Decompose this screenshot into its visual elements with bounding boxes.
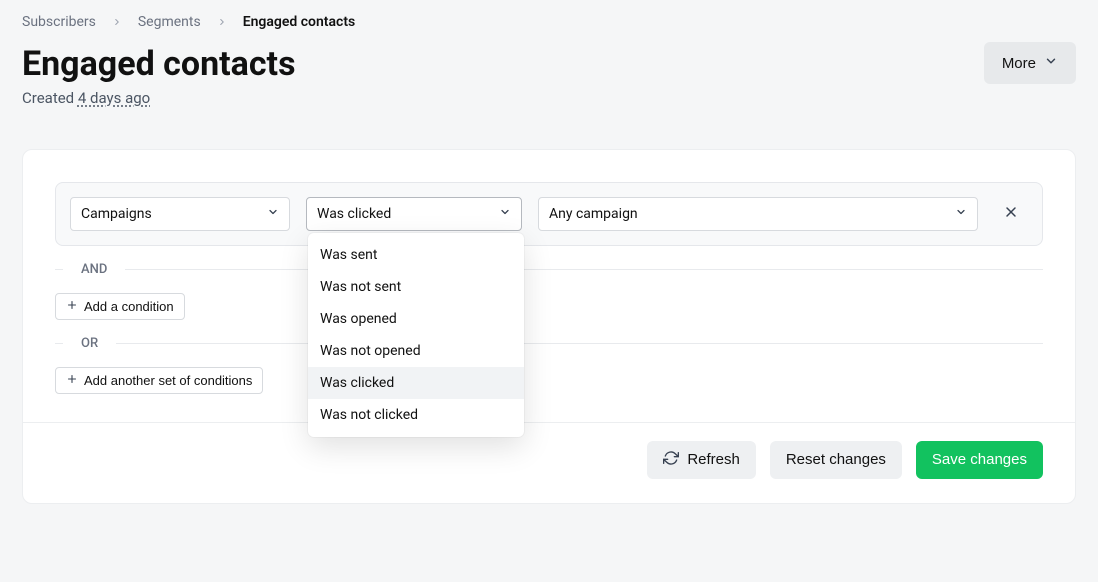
more-button[interactable]: More [984, 42, 1076, 84]
created-when: 4 days ago [78, 89, 150, 107]
chevron-right-icon [112, 17, 122, 27]
action-option[interactable]: Was opened [308, 303, 524, 335]
page-title: Engaged contacts [22, 44, 296, 85]
add-condition-label: Add a condition [84, 299, 174, 314]
action-dropdown: Was sent Was not sent Was opened Was not… [308, 233, 524, 437]
breadcrumb-current: Engaged contacts [243, 14, 356, 30]
add-conditions-set-label: Add another set of conditions [84, 373, 252, 388]
chevron-down-icon [955, 206, 967, 222]
add-condition-button[interactable]: Add a condition [55, 293, 185, 320]
chevron-right-icon [217, 17, 227, 27]
condition-type-select[interactable]: Campaigns [70, 197, 290, 231]
save-changes-button[interactable]: Save changes [916, 441, 1043, 479]
remove-condition-button[interactable] [994, 197, 1028, 231]
or-label: OR [77, 336, 102, 351]
created-meta: Created 4 days ago [22, 89, 296, 107]
condition-type-value: Campaigns [81, 206, 152, 222]
chevron-down-icon [499, 206, 511, 222]
condition-row: Campaigns Was clicked Any campaign [55, 182, 1043, 246]
breadcrumb-subscribers[interactable]: Subscribers [22, 14, 96, 30]
action-option[interactable]: Was sent [308, 239, 524, 271]
action-option-selected[interactable]: Was clicked [308, 367, 524, 399]
condition-action-select[interactable]: Was clicked [306, 197, 522, 231]
reset-changes-button[interactable]: Reset changes [770, 441, 902, 479]
plus-icon [66, 299, 78, 314]
plus-icon [66, 373, 78, 388]
action-option[interactable]: Was not clicked [308, 399, 524, 431]
and-label: AND [77, 262, 111, 277]
save-changes-label: Save changes [932, 451, 1027, 468]
add-conditions-set-button[interactable]: Add another set of conditions [55, 367, 263, 394]
action-option[interactable]: Was not sent [308, 271, 524, 303]
condition-action-value: Was clicked [317, 206, 391, 222]
and-separator: AND [55, 262, 1043, 277]
chevron-down-icon [1044, 54, 1058, 72]
condition-target-value: Any campaign [549, 206, 638, 222]
refresh-icon [663, 450, 679, 470]
close-icon [1003, 204, 1019, 223]
refresh-label: Refresh [687, 451, 740, 468]
segment-builder-card: Campaigns Was clicked Any campaign [22, 149, 1076, 504]
chevron-down-icon [267, 206, 279, 222]
action-option[interactable]: Was not opened [308, 335, 524, 367]
card-footer: Refresh Reset changes Save changes [23, 422, 1075, 503]
more-button-label: More [1002, 55, 1036, 72]
condition-target-select[interactable]: Any campaign [538, 197, 978, 231]
reset-changes-label: Reset changes [786, 451, 886, 468]
refresh-button[interactable]: Refresh [647, 441, 756, 479]
created-prefix: Created [22, 89, 78, 107]
breadcrumb-segments[interactable]: Segments [138, 14, 201, 30]
or-separator: OR [55, 336, 1043, 351]
breadcrumb: Subscribers Segments Engaged contacts [22, 14, 1076, 30]
